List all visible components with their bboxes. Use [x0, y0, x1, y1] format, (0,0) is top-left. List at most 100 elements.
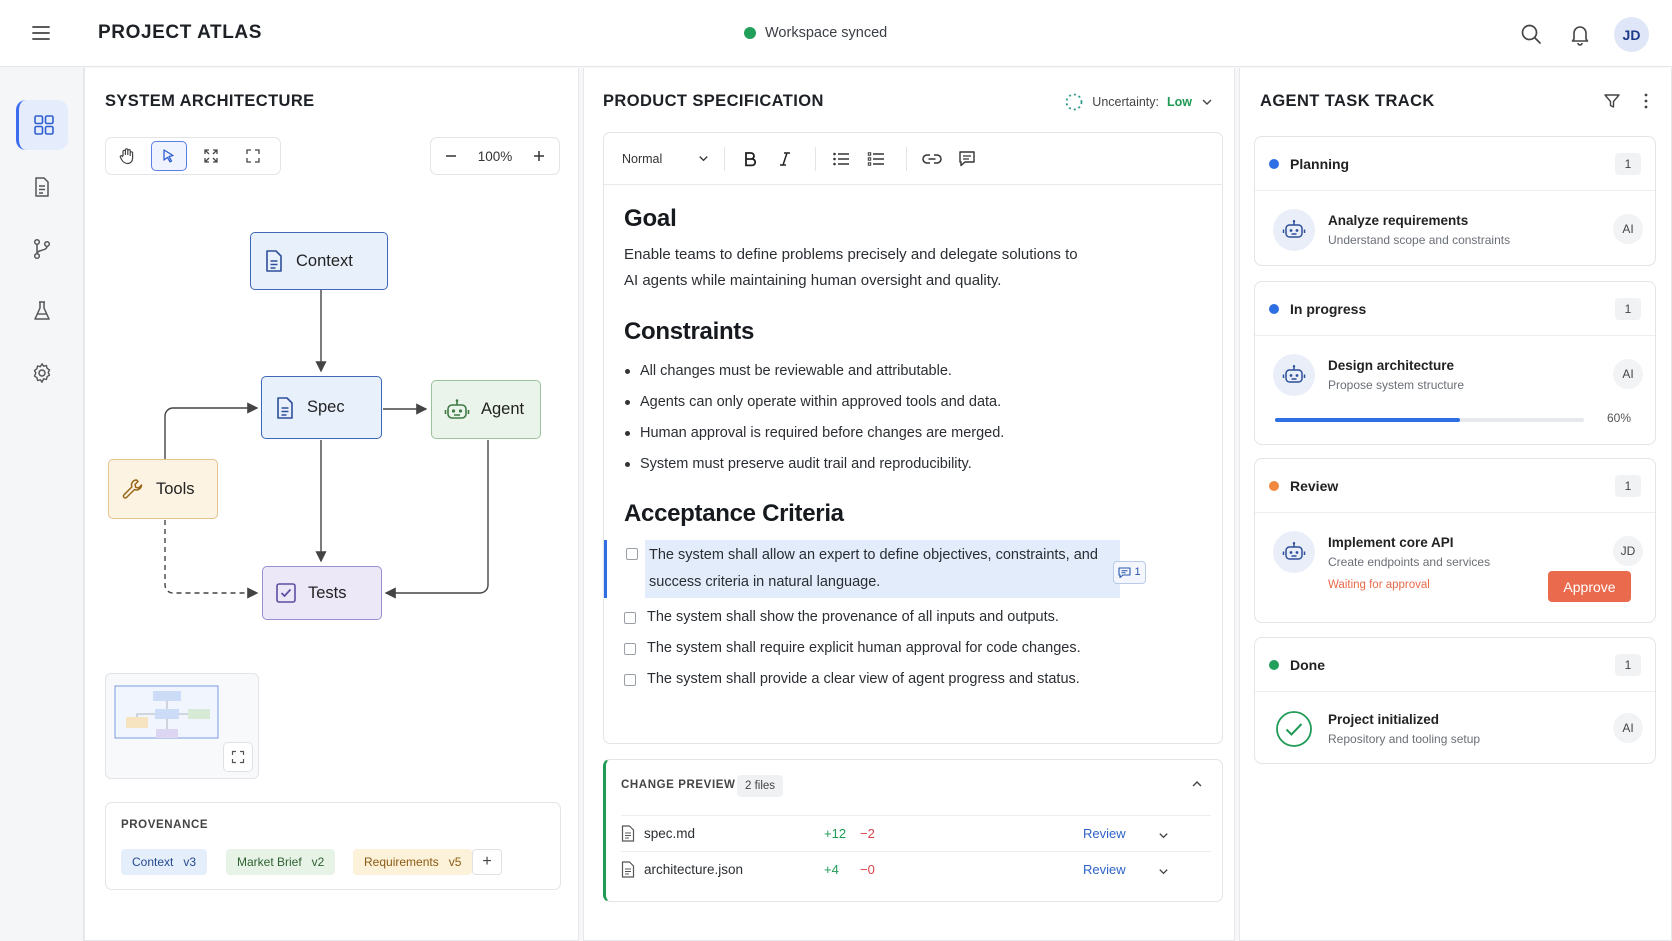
- minimap-expand-button[interactable]: [223, 742, 253, 772]
- rail-item-tests[interactable]: [16, 286, 68, 336]
- chevron-down-icon: [697, 152, 710, 165]
- task-track-actions: [1603, 92, 1649, 110]
- spec-document[interactable]: Goal Enable teams to define problems pre…: [604, 205, 1214, 695]
- filter-icon[interactable]: [1603, 92, 1621, 110]
- node-agent-label: Agent: [481, 400, 525, 418]
- criterion-checkbox[interactable]: [626, 548, 638, 560]
- specification-title: PRODUCT SPECIFICATION: [603, 92, 824, 110]
- task-subtitle: Propose system structure: [1328, 378, 1465, 392]
- task-column-header[interactable]: Review 1: [1255, 459, 1655, 513]
- add-provenance-button[interactable]: +: [472, 849, 502, 875]
- review-link[interactable]: Review: [1083, 862, 1126, 877]
- criterion-text: The system shall show the provenance of …: [647, 609, 1059, 625]
- file-row[interactable]: spec.md +12 −2 Review: [621, 815, 1211, 851]
- criterion-item: The system shall allow an expert to defi…: [604, 540, 1214, 598]
- italic-button[interactable]: [770, 144, 800, 174]
- chevron-down-icon: [1200, 95, 1214, 109]
- comment-icon: [958, 150, 976, 168]
- provenance-chip-context[interactable]: Context v3: [121, 849, 208, 875]
- uncertainty-label: Uncertainty:: [1092, 95, 1159, 109]
- link-icon: [922, 152, 942, 166]
- task-title: Analyze requirements: [1328, 213, 1469, 228]
- criteria-list: The system shall allow an expert to defi…: [604, 540, 1214, 695]
- task-column-header[interactable]: In progress 1: [1255, 282, 1655, 336]
- node-agent[interactable]: Agent: [431, 380, 541, 439]
- status-name: Planning: [1290, 155, 1350, 172]
- app-title: PROJECT ATLAS: [98, 22, 263, 43]
- minimap[interactable]: [105, 673, 259, 779]
- task-title: Project initialized: [1328, 712, 1440, 727]
- node-tests[interactable]: Tests: [262, 566, 382, 620]
- menu-icon[interactable]: [30, 22, 52, 44]
- task-column-header[interactable]: Planning 1: [1255, 137, 1655, 191]
- node-context[interactable]: Context: [250, 232, 388, 290]
- criterion-item: The system shall provide a clear view of…: [624, 664, 1214, 695]
- list-item: All changes must be reviewable and attri…: [624, 356, 1214, 387]
- wrench-icon: [121, 477, 145, 501]
- file-name: spec.md: [644, 826, 696, 841]
- more-options-icon[interactable]: [1643, 92, 1649, 110]
- provenance-chip-market-brief[interactable]: Market Brief v2: [226, 849, 336, 875]
- search-icon[interactable]: [1519, 22, 1543, 46]
- comment-button[interactable]: [952, 144, 982, 174]
- task-column-review: Review 1 Implement core API Create endpo…: [1254, 458, 1656, 623]
- document-icon: [263, 249, 285, 273]
- bullet-list-button[interactable]: [826, 144, 856, 174]
- comment-count: 1: [1134, 566, 1141, 578]
- node-tools[interactable]: Tools: [108, 459, 218, 519]
- bold-button[interactable]: [735, 144, 765, 174]
- numbered-list-button[interactable]: [861, 144, 891, 174]
- goal-heading: Goal: [624, 205, 677, 232]
- status-name: Review: [1290, 477, 1339, 494]
- task-column-header[interactable]: Done 1: [1255, 638, 1655, 692]
- text-format-select[interactable]: Normal: [622, 152, 714, 166]
- robot-icon: [1273, 531, 1315, 573]
- criterion-text: The system shall require explicit human …: [647, 640, 1081, 656]
- changed-files-count: 2 files: [737, 775, 784, 797]
- chevron-down-icon[interactable]: [1157, 829, 1170, 842]
- rail-item-documents[interactable]: [16, 162, 68, 212]
- link-button[interactable]: [917, 144, 947, 174]
- constraints-heading: Constraints: [624, 318, 755, 345]
- robot-icon: [1273, 209, 1315, 251]
- uncertainty-indicator[interactable]: Uncertainty: Low: [1064, 92, 1214, 112]
- approve-button[interactable]: Approve: [1548, 571, 1631, 602]
- rail-item-architecture[interactable]: [16, 100, 68, 150]
- task-subtitle: Repository and tooling setup: [1328, 732, 1481, 746]
- document-icon: [274, 396, 296, 420]
- criterion-checkbox[interactable]: [624, 643, 636, 655]
- criterion-checkbox[interactable]: [624, 674, 636, 686]
- status-dot: [1269, 158, 1279, 169]
- criterion-item: The system shall require explicit human …: [624, 633, 1214, 664]
- node-tests-label: Tests: [308, 583, 347, 602]
- bell-icon[interactable]: [1568, 22, 1592, 46]
- user-avatar[interactable]: JD: [1614, 17, 1649, 52]
- file-row[interactable]: architecture.json +4 −0 Review: [621, 851, 1211, 887]
- edge-agent-tests: [384, 440, 489, 599]
- task-owner-badge: AI: [1613, 713, 1643, 743]
- chevron-down-icon[interactable]: [1157, 865, 1170, 878]
- sync-status-text: Workspace synced: [765, 25, 888, 41]
- task-owner-badge: AI: [1613, 359, 1643, 389]
- status-name: In progress: [1290, 300, 1367, 317]
- lines-removed: −0: [860, 862, 875, 877]
- task-column-planning: Planning 1 Analyze requirements Understa…: [1254, 136, 1656, 266]
- provenance-chip-requirements[interactable]: Requirements v5: [353, 849, 473, 875]
- editor-toolbar: Normal: [604, 133, 1222, 185]
- rail-item-settings[interactable]: [16, 348, 68, 398]
- task-owner-badge: JD: [1613, 536, 1643, 566]
- branch-icon: [31, 238, 53, 260]
- edge-tools-tests: [164, 520, 259, 599]
- collapse-button[interactable]: [1190, 777, 1204, 791]
- rail-item-branches[interactable]: [16, 224, 68, 274]
- goal-text: Enable teams to define problems precisel…: [624, 246, 1078, 289]
- file-icon: [621, 825, 635, 842]
- waiting-status: Waiting for approval: [1328, 579, 1430, 591]
- uncertainty-value: Low: [1167, 95, 1192, 109]
- node-spec[interactable]: Spec: [261, 376, 382, 439]
- criterion-checkbox[interactable]: [624, 612, 636, 624]
- comment-badge[interactable]: 1: [1113, 561, 1146, 584]
- bullet-list-icon: [832, 151, 850, 167]
- review-link[interactable]: Review: [1083, 826, 1126, 841]
- provenance-title: PROVENANCE: [121, 819, 209, 831]
